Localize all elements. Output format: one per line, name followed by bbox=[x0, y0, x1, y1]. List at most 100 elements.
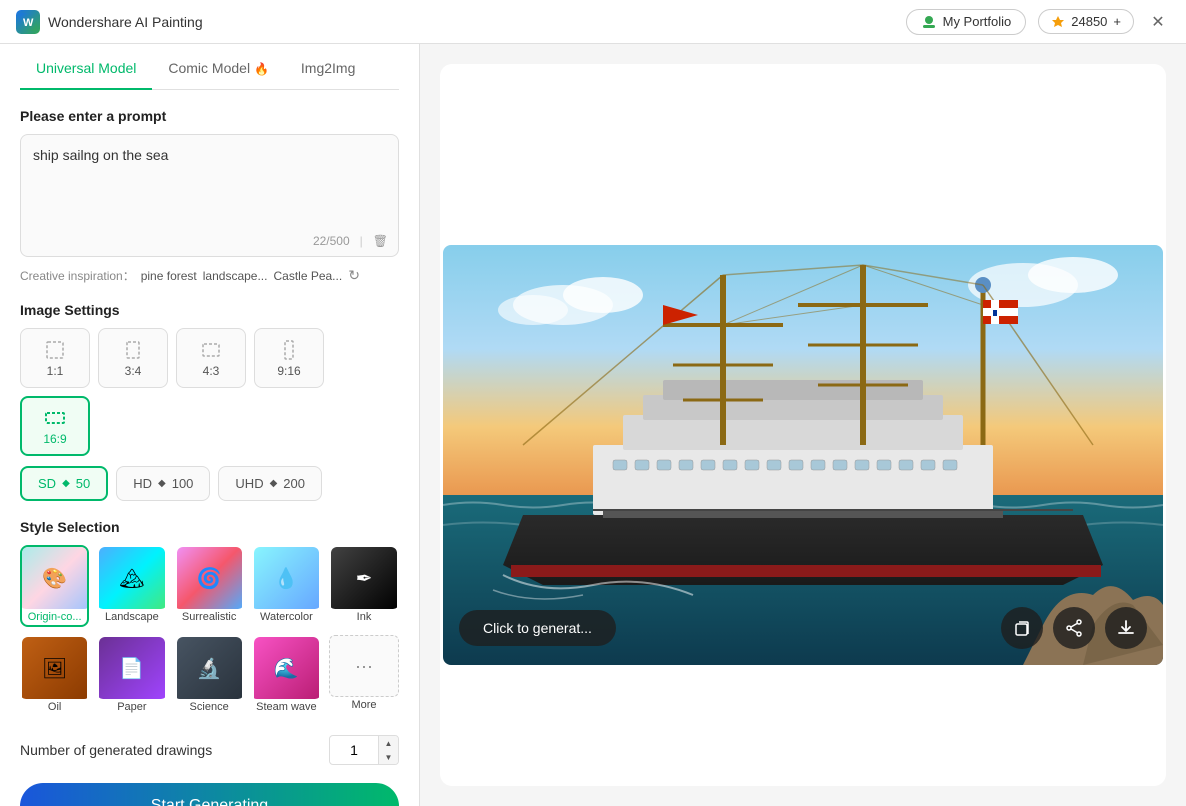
drawings-arrows: ▲ ▼ bbox=[378, 736, 398, 764]
ratio-grid: 1:1 3:4 4:3 bbox=[20, 328, 399, 456]
image-settings-label: Image Settings bbox=[20, 302, 399, 318]
app-logo: W bbox=[16, 10, 40, 34]
style-grid: 🎨 Origin-co... 🏔 Landscape 🌀 bbox=[20, 545, 399, 717]
drawings-up-arrow[interactable]: ▲ bbox=[378, 736, 398, 750]
style-landscape[interactable]: 🏔 Landscape bbox=[97, 545, 166, 627]
diamond-icon-uhd: ◆ bbox=[270, 478, 278, 489]
style-origin[interactable]: 🎨 Origin-co... bbox=[20, 545, 89, 627]
ratio-label-3-4: 3:4 bbox=[125, 364, 142, 378]
image-overlay: Click to generat... bbox=[443, 607, 1163, 649]
style-name-steamwave: Steam wave bbox=[256, 701, 317, 715]
creative-tag-2[interactable]: Castle Pea... bbox=[273, 269, 342, 283]
image-settings-section: Image Settings 1:1 3:4 bbox=[20, 302, 399, 501]
ratio-3-4[interactable]: 3:4 bbox=[98, 328, 168, 388]
style-thumb-paper: 📄 bbox=[97, 637, 166, 699]
tab-universal-model[interactable]: Universal Model bbox=[20, 48, 152, 90]
tab-comic-model[interactable]: Comic Model 🔥 bbox=[152, 48, 285, 90]
prompt-footer: 22/500 | 🗑 bbox=[21, 230, 398, 256]
refresh-icon[interactable]: ↻ bbox=[348, 267, 360, 284]
creative-label: Creative inspiration： bbox=[20, 267, 135, 284]
more-icon: ··· bbox=[355, 656, 373, 677]
action-buttons bbox=[1001, 607, 1147, 649]
style-name-science: Science bbox=[190, 701, 229, 715]
drawings-input-wrap: ▲ ▼ bbox=[329, 735, 399, 765]
style-oil[interactable]: 🖼 Oil bbox=[20, 635, 89, 717]
style-thumb-origin: 🎨 bbox=[20, 547, 89, 609]
style-thumb-watercolor: 💧 bbox=[252, 547, 321, 609]
creative-tag-0[interactable]: pine forest bbox=[141, 269, 197, 283]
creative-tag-1[interactable]: landscape... bbox=[203, 269, 268, 283]
share-icon bbox=[1064, 618, 1084, 638]
prompt-box: ship sailng on the sea 22/500 | 🗑 bbox=[20, 134, 399, 257]
style-more-container: ··· More bbox=[329, 635, 399, 717]
ship-scene-svg bbox=[443, 245, 1163, 665]
close-button[interactable]: ✕ bbox=[1146, 10, 1170, 34]
quality-hd[interactable]: HD ◆ 100 bbox=[116, 466, 210, 501]
style-surrealistic[interactable]: 🌀 Surrealistic bbox=[175, 545, 244, 627]
style-steamwave[interactable]: 🌊 Steam wave bbox=[252, 635, 321, 717]
style-thumb-science: 🔬 bbox=[175, 637, 244, 699]
quality-sd[interactable]: SD ◆ 50 bbox=[20, 466, 108, 501]
copy-action-button[interactable] bbox=[1001, 607, 1043, 649]
style-watercolor[interactable]: 💧 Watercolor bbox=[252, 545, 321, 627]
right-panel: Click to generat... bbox=[420, 44, 1186, 806]
ratio-label-16-9: 16:9 bbox=[43, 432, 66, 446]
generated-image: Click to generat... bbox=[443, 245, 1163, 665]
style-name-origin: Origin-co... bbox=[28, 611, 82, 625]
portfolio-button[interactable]: My Portfolio bbox=[906, 9, 1027, 35]
style-selection-section: Style Selection 🎨 Origin-co... 🏔 Landsca bbox=[20, 519, 399, 717]
credits-icon bbox=[1051, 15, 1065, 29]
more-label: More bbox=[351, 699, 376, 713]
drawings-input[interactable] bbox=[330, 738, 378, 762]
style-thumb-steamwave: 🌊 bbox=[252, 637, 321, 699]
svg-text:W: W bbox=[23, 17, 34, 29]
ratio-label-1-1: 1:1 bbox=[47, 364, 64, 378]
titlebar: W Wondershare AI Painting My Portfolio 2… bbox=[0, 0, 1186, 44]
start-generating-button[interactable]: Start Generating bbox=[20, 783, 399, 806]
prompt-delete-icon[interactable]: 🗑 bbox=[373, 234, 388, 248]
prompt-textarea[interactable]: ship sailng on the sea bbox=[21, 135, 398, 225]
style-thumb-landscape: 🏔 bbox=[97, 547, 166, 609]
titlebar-left: W Wondershare AI Painting bbox=[16, 10, 203, 34]
tab-img2img[interactable]: Img2Img bbox=[285, 48, 371, 90]
style-more-button[interactable]: ··· bbox=[329, 635, 399, 697]
char-count: 22/500 bbox=[313, 234, 350, 248]
ratio-9-16[interactable]: 9:16 bbox=[254, 328, 324, 388]
style-paper[interactable]: 📄 Paper bbox=[97, 635, 166, 717]
fire-icon: 🔥 bbox=[254, 62, 269, 76]
left-panel: Universal Model Comic Model 🔥 Img2Img Pl… bbox=[0, 44, 420, 806]
tabs-bar: Universal Model Comic Model 🔥 Img2Img bbox=[20, 44, 399, 90]
app-title: Wondershare AI Painting bbox=[48, 14, 203, 30]
share-action-button[interactable] bbox=[1053, 607, 1095, 649]
style-name-paper: Paper bbox=[117, 701, 146, 715]
style-science[interactable]: 🔬 Science bbox=[175, 635, 244, 717]
style-thumb-surrealistic: 🌀 bbox=[175, 547, 244, 609]
quality-grid: SD ◆ 50 HD ◆ 100 UHD ◆ 200 bbox=[20, 466, 399, 501]
style-ink[interactable]: ✒ Ink bbox=[329, 545, 399, 627]
style-name-landscape: Landscape bbox=[105, 611, 159, 625]
diamond-icon: ◆ bbox=[62, 478, 70, 489]
drawings-label: Number of generated drawings bbox=[20, 742, 212, 758]
quality-uhd[interactable]: UHD ◆ 200 bbox=[218, 466, 322, 501]
main-layout: Universal Model Comic Model 🔥 Img2Img Pl… bbox=[0, 44, 1186, 806]
ratio-1-1[interactable]: 1:1 bbox=[20, 328, 90, 388]
ratio-label-4-3: 4:3 bbox=[203, 364, 220, 378]
copy-icon bbox=[1012, 618, 1032, 638]
drawings-down-arrow[interactable]: ▼ bbox=[378, 750, 398, 764]
ratio-icon-1-1 bbox=[43, 338, 67, 362]
generate-overlay-button[interactable]: Click to generat... bbox=[459, 610, 616, 646]
prompt-section-label: Please enter a prompt bbox=[20, 108, 399, 124]
download-action-button[interactable] bbox=[1105, 607, 1147, 649]
ratio-4-3[interactable]: 4:3 bbox=[176, 328, 246, 388]
portfolio-icon bbox=[921, 14, 937, 30]
style-thumb-oil: 🖼 bbox=[20, 637, 89, 699]
ratio-label-9-16: 9:16 bbox=[277, 364, 300, 378]
style-section-label: Style Selection bbox=[20, 519, 399, 535]
ratio-16-9[interactable]: 16:9 bbox=[20, 396, 90, 456]
credits-button[interactable]: 24850 + bbox=[1038, 9, 1134, 34]
style-name-ink: Ink bbox=[357, 611, 372, 625]
style-name-oil: Oil bbox=[48, 701, 61, 715]
style-name-surrealistic: Surrealistic bbox=[182, 611, 236, 625]
download-icon bbox=[1116, 618, 1136, 638]
drawings-row: Number of generated drawings ▲ ▼ bbox=[20, 735, 399, 765]
